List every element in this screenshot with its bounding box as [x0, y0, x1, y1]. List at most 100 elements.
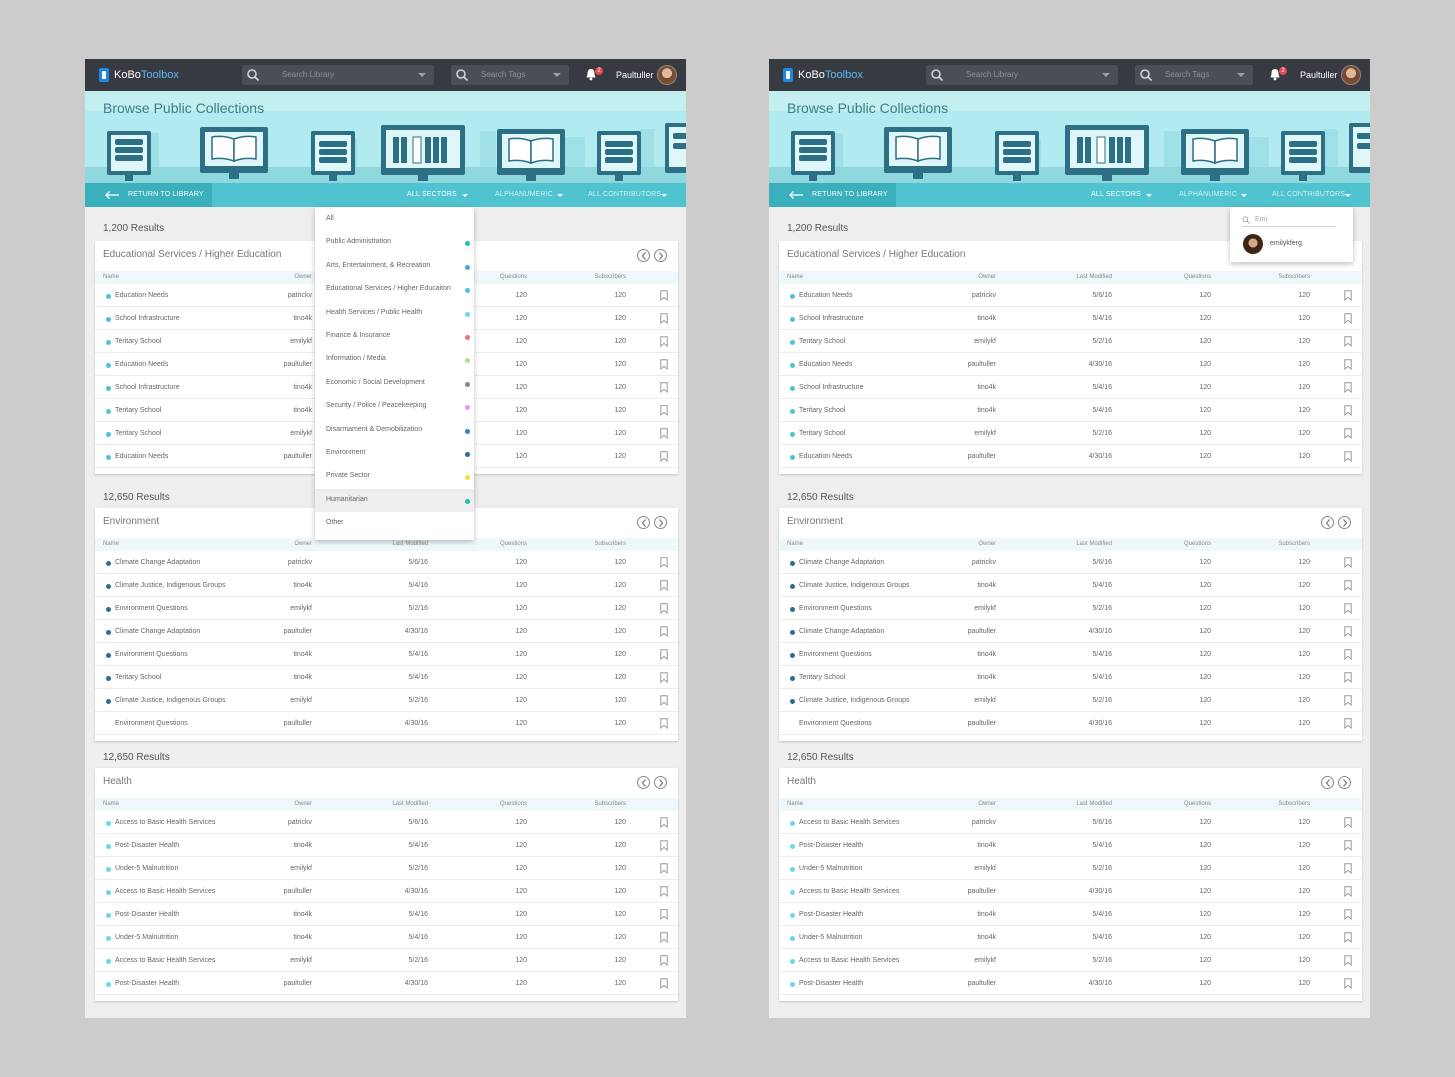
collection-name[interactable]: Access to Basic Health Services: [115, 819, 215, 826]
bookmark-icon[interactable]: [1344, 863, 1352, 874]
collection-name[interactable]: Environment Questions: [115, 720, 188, 727]
column-header-questions[interactable]: Questions: [500, 541, 527, 547]
previous-page-button[interactable]: [1321, 516, 1334, 529]
chevron-down-icon[interactable]: [1102, 73, 1110, 77]
username-label[interactable]: Paultuller: [616, 70, 654, 80]
table-row[interactable]: Access to Basic Health Services emilykf 5/…: [95, 949, 678, 972]
bookmark-icon[interactable]: [660, 603, 668, 614]
previous-page-button[interactable]: [1321, 776, 1334, 789]
table-row[interactable]: Climate Justice, Indigenous Groups tino4k…: [95, 574, 678, 597]
collection-name[interactable]: School Infrastructure: [115, 384, 180, 391]
table-row[interactable]: Climate Change Adaptation paultuller 4/30/…: [779, 620, 1362, 643]
table-row[interactable]: Climate Change Adaptation paultuller 4/30/…: [95, 620, 678, 643]
bookmark-icon[interactable]: [1344, 603, 1352, 614]
collection-name[interactable]: Access to Basic Health Services: [799, 819, 899, 826]
chevron-down-icon[interactable]: [661, 194, 667, 197]
chevron-down-icon[interactable]: [418, 73, 426, 77]
collection-name[interactable]: Teritary School: [799, 338, 845, 345]
table-row[interactable]: Under-5 Malnutrition emilykf 5/2/16 120 120: [95, 857, 678, 880]
sector-option[interactable]: Economic / Social Development: [315, 372, 474, 395]
bookmark-icon[interactable]: [1344, 649, 1352, 660]
contributor-search-input[interactable]: Emi: [1242, 213, 1336, 227]
collection-name[interactable]: Environment Questions: [799, 651, 872, 658]
bookmark-icon[interactable]: [660, 672, 668, 683]
collection-name[interactable]: Under-5 Malnutrition: [799, 934, 862, 941]
column-header-questions[interactable]: Questions: [500, 274, 527, 280]
column-header-questions[interactable]: Questions: [1184, 801, 1211, 807]
bookmark-icon[interactable]: [1344, 313, 1352, 324]
bookmark-icon[interactable]: [1344, 290, 1352, 301]
column-header-name[interactable]: Name: [787, 274, 803, 280]
bookmark-icon[interactable]: [660, 359, 668, 370]
sector-option[interactable]: Private Sector: [315, 465, 474, 488]
collection-name[interactable]: Teritary School: [115, 430, 161, 437]
collection-name[interactable]: Climate Justice, Indigenous Groups: [799, 697, 910, 704]
column-header-last-modified[interactable]: Last Modified: [1076, 274, 1112, 280]
bookmark-icon[interactable]: [660, 932, 668, 943]
column-header-last-modified[interactable]: Last Modified: [1076, 801, 1112, 807]
collection-name[interactable]: Under-5 Malnutrition: [799, 865, 862, 872]
bookmark-icon[interactable]: [1344, 817, 1352, 828]
collection-name[interactable]: Access to Basic Health Services: [799, 957, 899, 964]
sort-filter[interactable]: ALPHANUMERIC: [1179, 191, 1237, 198]
bookmark-icon[interactable]: [1344, 428, 1352, 439]
sort-filter[interactable]: ALPHANUMERIC: [495, 191, 553, 198]
chevron-down-icon[interactable]: [553, 73, 561, 77]
table-row[interactable]: Under-5 Malnutrition tino4k 5/4/16 120 120: [779, 926, 1362, 949]
bookmark-icon[interactable]: [660, 290, 668, 301]
bookmark-icon[interactable]: [660, 626, 668, 637]
bookmark-icon[interactable]: [1344, 557, 1352, 568]
collection-name[interactable]: Education Needs: [799, 453, 852, 460]
collection-name[interactable]: Climate Justice, Indigenous Groups: [799, 582, 910, 589]
table-row[interactable]: Environment Questions tino4k 5/4/16 120 120: [95, 643, 678, 666]
column-header-questions[interactable]: Questions: [1184, 541, 1211, 547]
table-row[interactable]: Teritary School tino4k 5/4/16 120 120: [95, 666, 678, 689]
next-page-button[interactable]: [654, 776, 667, 789]
collection-name[interactable]: Post-Disaster Health: [115, 842, 179, 849]
bookmark-icon[interactable]: [660, 840, 668, 851]
bookmark-icon[interactable]: [1344, 886, 1352, 897]
collection-name[interactable]: Teritary School: [115, 407, 161, 414]
return-to-library-button[interactable]: RETURN TO LIBRARY: [85, 183, 212, 207]
table-row[interactable]: Climate Change Adaptation patrickv 5/6/16 1…: [95, 551, 678, 574]
next-page-button[interactable]: [654, 516, 667, 529]
collection-name[interactable]: Teritary School: [799, 674, 845, 681]
bookmark-icon[interactable]: [1344, 840, 1352, 851]
user-avatar[interactable]: [657, 65, 677, 85]
collection-name[interactable]: Climate Justice, Indigenous Groups: [115, 582, 226, 589]
table-row[interactable]: School Infrastructure tino4k 5/4/16 120 120: [779, 307, 1362, 330]
bookmark-icon[interactable]: [1344, 626, 1352, 637]
chevron-down-icon[interactable]: [1345, 194, 1351, 197]
next-page-button[interactable]: [654, 249, 667, 262]
collection-name[interactable]: Education Needs: [115, 361, 168, 368]
chevron-down-icon[interactable]: [1241, 194, 1247, 197]
bookmark-icon[interactable]: [660, 336, 668, 347]
table-row[interactable]: Environment Questions emilykf 5/2/16 120 120: [95, 597, 678, 620]
bookmark-icon[interactable]: [660, 382, 668, 393]
column-header-subscribers[interactable]: Subscribers: [594, 541, 626, 547]
collection-name[interactable]: Environment Questions: [115, 651, 188, 658]
bookmark-icon[interactable]: [1344, 718, 1352, 729]
table-row[interactable]: Post-Disaster Health paultuller 4/30/16 120…: [779, 972, 1362, 995]
collection-name[interactable]: Post-Disaster Health: [799, 980, 863, 987]
sector-option[interactable]: Educational Services / Higher Educaiton: [315, 278, 474, 301]
search-tags-input[interactable]: Search Tags: [451, 65, 569, 85]
collection-name[interactable]: School Infrastructure: [115, 315, 180, 322]
bookmark-icon[interactable]: [1344, 909, 1352, 920]
sector-option[interactable]: Information / Media: [315, 348, 474, 371]
bookmark-icon[interactable]: [1344, 932, 1352, 943]
bookmark-icon[interactable]: [660, 955, 668, 966]
collection-name[interactable]: Post-Disaster Health: [799, 842, 863, 849]
table-row[interactable]: Education Needs paultuller 4/30/16 120 120: [779, 353, 1362, 376]
collection-name[interactable]: Education Needs: [799, 361, 852, 368]
collection-name[interactable]: School Infrastructure: [799, 384, 864, 391]
return-to-library-button[interactable]: RETURN TO LIBRARY: [769, 183, 896, 207]
bookmark-icon[interactable]: [660, 313, 668, 324]
chevron-down-icon[interactable]: [1146, 194, 1152, 197]
table-row[interactable]: Access to Basic Health Services paultulle…: [95, 880, 678, 903]
contributors-filter[interactable]: ALL CONTRIBUTORS: [1272, 191, 1345, 198]
table-row[interactable]: Access to Basic Health Services patrickv 5…: [95, 811, 678, 834]
collection-title[interactable]: Environment: [103, 516, 159, 527]
table-row[interactable]: Environment Questions paultuller 4/30/16 12…: [95, 712, 678, 735]
table-row[interactable]: Environment Questions emilykf 5/2/16 120 120: [779, 597, 1362, 620]
